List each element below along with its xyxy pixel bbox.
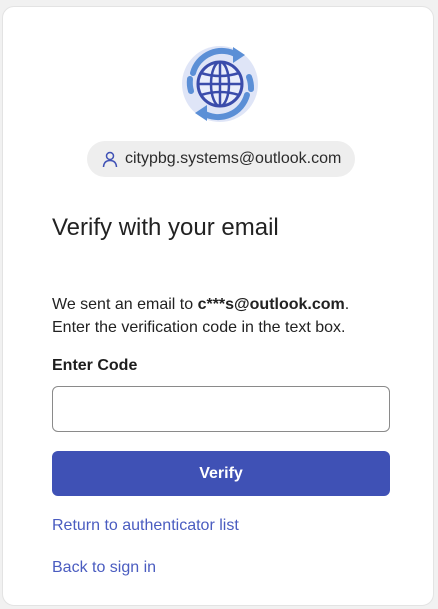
return-to-authenticator-list-link[interactable]: Return to authenticator list bbox=[52, 517, 239, 535]
globe-sync-icon bbox=[179, 43, 261, 125]
verify-card: citypbg.systems@outlook.com Verify with … bbox=[2, 6, 434, 606]
code-field-label: Enter Code bbox=[52, 357, 138, 374]
verify-button[interactable]: Verify bbox=[52, 451, 390, 496]
verification-code-input[interactable] bbox=[52, 386, 390, 432]
user-icon bbox=[101, 150, 119, 168]
verification-message: We sent an email to c***s@outlook.com. E… bbox=[52, 293, 392, 339]
account-email: citypbg.systems@outlook.com bbox=[125, 150, 342, 167]
back-to-sign-in-link[interactable]: Back to sign in bbox=[52, 559, 156, 577]
message-prefix: We sent an email to bbox=[52, 296, 198, 313]
masked-email: c***s@outlook.com bbox=[197, 296, 345, 313]
page-title: Verify with your email bbox=[52, 214, 279, 241]
account-identity-chip: citypbg.systems@outlook.com bbox=[87, 141, 355, 177]
message-instruction: Enter the verification code in the text … bbox=[52, 319, 346, 336]
message-suffix: . bbox=[344, 296, 350, 313]
